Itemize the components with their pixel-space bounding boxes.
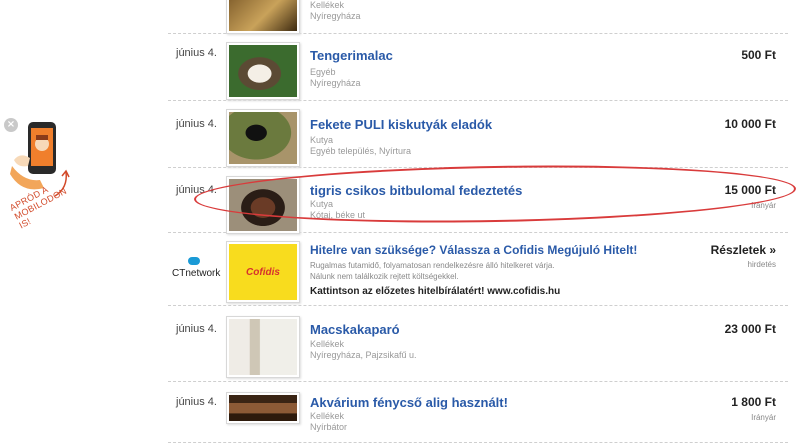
listing-row[interactable]: június 4. Akvárium fénycső alig használt… <box>168 382 788 443</box>
ad-details-link[interactable]: Részletek » <box>711 243 776 257</box>
listing-price: 10 000 Ft <box>724 117 776 131</box>
listing-title[interactable]: Akvárium fénycső alig használt! <box>310 395 508 410</box>
mobile-promo[interactable]: × Apród a mobilodon is! <box>0 108 80 238</box>
listing-price: 15 000 Ft <box>724 183 776 197</box>
listing-title[interactable]: Fekete PULI kiskutyák eladók <box>310 117 492 132</box>
listing-title[interactable]: Macskakaparó <box>310 322 400 337</box>
listing-category: Kellékek Nyíregyháza, Pajzsikafű u. <box>310 339 417 360</box>
ctnetwork-label: CTnetwork <box>172 268 221 279</box>
listing-category: Kellékek Nyírbátor <box>310 411 348 432</box>
ad-logo[interactable]: Cofidis <box>226 241 300 303</box>
listing-title[interactable]: tigris csikos bitbulomal fedeztetés <box>310 183 522 198</box>
listing-category: Kutya Egyéb település, Nyírtura <box>310 135 412 156</box>
listing-row[interactable]: június 4. Tengerimalac Egyéb Nyíregyháza… <box>168 34 788 101</box>
ad-cta[interactable]: Kattintson az előzetes hitelbírálatért! … <box>310 286 560 297</box>
listing-thumbnail[interactable] <box>226 392 300 424</box>
ad-label: hirdetés <box>747 260 776 269</box>
cofidis-logo-text: Cofidis <box>246 266 280 278</box>
price-note: Irányár <box>751 413 776 422</box>
listing-date: június 4. <box>176 47 217 59</box>
listing-date: június 4. <box>176 323 217 335</box>
listing-thumbnail[interactable] <box>226 109 300 167</box>
listing-thumbnail[interactable] <box>226 316 300 378</box>
listing-row-highlighted[interactable]: június 4. tigris csikos bitbulomal fedez… <box>168 168 788 234</box>
listing-date: június 4. <box>176 118 217 130</box>
listing-date: június 4. <box>176 184 217 196</box>
listing-price: 23 000 Ft <box>724 322 776 336</box>
listing-title[interactable]: Tengerimalac <box>310 48 393 63</box>
price-note: Irányár <box>751 201 776 210</box>
listing-category: Kellékek Nyíregyháza <box>310 0 361 21</box>
ad-description: Rugalmas futamidő, folyamatosan rendelke… <box>310 261 555 281</box>
ctnetwork-logo-icon <box>188 257 200 265</box>
listing-row[interactable]: Kellékek Nyíregyháza <box>168 0 788 34</box>
listing-category: Kutya Kótaj, béke ut <box>310 199 366 220</box>
ad-title[interactable]: Hitelre van szüksége? Válassza a Cofidis… <box>310 243 637 257</box>
listing-thumbnail[interactable] <box>226 42 300 100</box>
sponsored-ad-row[interactable]: CTnetwork Cofidis Hitelre van szüksége? … <box>168 233 788 306</box>
listing-price: 1 800 Ft <box>731 395 776 409</box>
listing-category: Egyéb Nyíregyháza <box>310 67 361 88</box>
listing-price: 500 Ft <box>741 48 776 62</box>
listing-thumbnail[interactable] <box>226 176 300 234</box>
listing-thumbnail[interactable] <box>226 0 300 34</box>
listing-row[interactable]: június 4. Macskakaparó Kellékek Nyíregyh… <box>168 306 788 382</box>
listing-date: június 4. <box>176 396 217 408</box>
listing-row[interactable]: június 4. Fekete PULI kiskutyák eladók K… <box>168 101 788 168</box>
